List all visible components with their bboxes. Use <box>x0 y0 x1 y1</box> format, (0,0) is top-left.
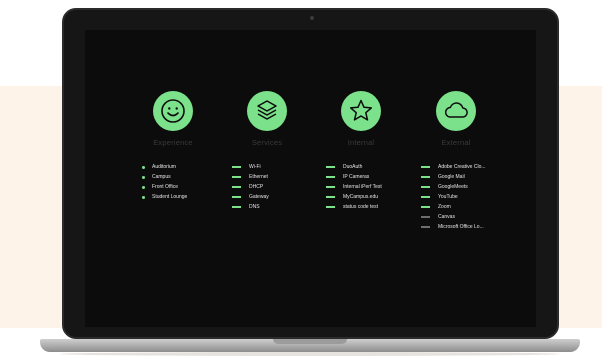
star-icon[interactable] <box>341 91 381 131</box>
laptop-notch <box>273 339 347 344</box>
item-label: Front Office <box>152 184 179 190</box>
item-label: Zoom <box>438 204 451 210</box>
status-dot <box>142 195 145 199</box>
item-label: DuoAuth <box>343 164 363 170</box>
column-title: Services <box>251 138 283 147</box>
list-item[interactable]: GoogleMeets <box>421 182 501 192</box>
status-dash <box>232 166 241 168</box>
list-item[interactable]: DHCP <box>232 182 312 192</box>
status-dash-muted <box>421 226 430 228</box>
list-item[interactable]: DuoAuth <box>326 162 406 172</box>
list-item[interactable]: Microsoft Office Lo... <box>421 222 501 232</box>
list-item[interactable]: Google Mail <box>421 172 501 182</box>
item-label: DHCP <box>249 184 264 190</box>
status-dash <box>232 196 241 198</box>
item-list: Adobe Creative Clo... Google Mail Google… <box>411 162 501 232</box>
list-item[interactable]: Front Office <box>138 182 218 192</box>
item-label: Google Mail <box>438 174 465 180</box>
status-dash <box>326 186 335 188</box>
laptop-shadow <box>60 352 560 356</box>
column-services: Services Wi-Fi Ethernet DHCP Gateway DNS <box>222 91 312 212</box>
item-list: DuoAuth IP Cameras Internal iPerf Test M… <box>316 162 406 212</box>
status-dot <box>142 185 145 189</box>
column-external: External Adobe Creative Clo... Google Ma… <box>411 91 501 232</box>
item-label: Adobe Creative Clo... <box>438 164 486 170</box>
column-title: Internal <box>347 138 375 147</box>
column-title: External <box>441 138 471 147</box>
item-label: Wi-Fi <box>249 164 261 170</box>
status-dash <box>421 186 430 188</box>
column-title: Experience <box>153 138 193 147</box>
list-item[interactable]: Adobe Creative Clo... <box>421 162 501 172</box>
layers-icon[interactable] <box>247 91 287 131</box>
item-label: IP Cameras <box>343 174 370 180</box>
status-dash <box>326 196 335 198</box>
list-item[interactable]: Zoom <box>421 202 501 212</box>
item-label: MyCampus.edu <box>343 194 379 200</box>
status-dash <box>326 176 335 178</box>
status-dash <box>232 186 241 188</box>
cloud-icon[interactable] <box>436 91 476 131</box>
item-label: Canvas <box>438 214 455 220</box>
list-item[interactable]: status code test <box>326 202 406 212</box>
list-item[interactable]: MyCampus.edu <box>326 192 406 202</box>
status-dash <box>326 206 335 208</box>
list-item[interactable]: Gateway <box>232 192 312 202</box>
item-label: Microsoft Office Lo... <box>438 224 484 230</box>
smiley-icon[interactable] <box>153 91 193 131</box>
item-label: Gateway <box>249 194 269 200</box>
list-item[interactable]: Ethernet <box>232 172 312 182</box>
column-internal: Internal DuoAuth IP Cameras Internal iPe… <box>316 91 406 212</box>
list-item[interactable]: Canvas <box>421 212 501 222</box>
status-dash <box>421 176 430 178</box>
list-item[interactable]: DNS <box>232 202 312 212</box>
list-item[interactable]: IP Cameras <box>326 172 406 182</box>
webcam <box>310 16 314 20</box>
status-dash <box>421 206 430 208</box>
item-label: Student Lounge <box>152 194 188 200</box>
status-dash <box>421 196 430 198</box>
list-item[interactable]: Internal iPerf Test <box>326 182 406 192</box>
item-list: Wi-Fi Ethernet DHCP Gateway DNS <box>222 162 312 212</box>
item-list: Auditorium Campus Front Office Student L… <box>128 162 218 202</box>
item-label: Ethernet <box>249 174 268 180</box>
status-dot <box>142 175 145 179</box>
item-label: Auditorium <box>152 164 176 170</box>
list-item[interactable]: YouTube <box>421 192 501 202</box>
column-experience: Experience Auditorium Campus Front Offic… <box>128 91 218 202</box>
status-dash <box>232 206 241 208</box>
status-dash <box>232 176 241 178</box>
list-item[interactable]: Wi-Fi <box>232 162 312 172</box>
dashboard-screen: Experience Auditorium Campus Front Offic… <box>85 30 536 327</box>
status-dash <box>326 166 335 168</box>
status-dash <box>421 166 430 168</box>
item-label: status code test <box>343 204 379 210</box>
item-label: YouTube <box>438 194 458 200</box>
status-dot <box>142 165 145 169</box>
list-item[interactable]: Auditorium <box>138 162 218 172</box>
item-label: DNS <box>249 204 260 210</box>
list-item[interactable]: Student Lounge <box>138 192 218 202</box>
item-label: Internal iPerf Test <box>343 184 382 190</box>
status-dash-muted <box>421 216 430 218</box>
laptop-lid: Experience Auditorium Campus Front Offic… <box>62 8 559 339</box>
item-label: GoogleMeets <box>438 184 468 190</box>
list-item[interactable]: Campus <box>138 172 218 182</box>
laptop-base <box>40 339 580 352</box>
item-label: Campus <box>152 174 171 180</box>
